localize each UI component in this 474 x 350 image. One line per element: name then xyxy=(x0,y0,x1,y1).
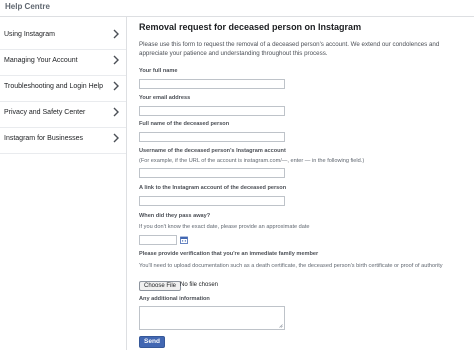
email-label: Your email address xyxy=(139,95,191,101)
form-intro: Please use this form to request the remo… xyxy=(139,41,440,57)
file-status: No file chosen xyxy=(180,282,219,288)
username-field[interactable] xyxy=(139,168,285,178)
sidebar: Using Instagram Managing Your Account Tr… xyxy=(0,17,127,350)
calendar-icon[interactable] xyxy=(180,236,188,244)
chevron-right-icon xyxy=(113,107,119,117)
sidebar-item-businesses[interactable]: Instagram for Businesses xyxy=(0,127,126,154)
sidebar-item-privacy-safety[interactable]: Privacy and Safety Center xyxy=(0,101,126,128)
additional-info-field[interactable] xyxy=(139,306,285,330)
passed-away-help: If you don't know the exact date, please… xyxy=(139,224,310,230)
verification-help: You'll need to upload documentation such… xyxy=(139,263,443,269)
additional-info-label: Any additional information xyxy=(139,296,210,302)
sidebar-item-managing-account[interactable]: Managing Your Account xyxy=(0,49,126,76)
link-label: A link to the Instagram account of the d… xyxy=(139,185,287,191)
deceased-name-label: Full name of the deceased person xyxy=(139,121,230,127)
link-field[interactable] xyxy=(139,196,285,206)
top-bar: Help Centre xyxy=(0,0,474,17)
sidebar-item-label: Using Instagram xyxy=(4,31,55,38)
resize-handle-icon[interactable] xyxy=(279,324,283,328)
choose-file-button[interactable]: Choose File xyxy=(139,281,182,291)
email-field[interactable] xyxy=(139,106,285,116)
chevron-right-icon xyxy=(113,133,119,143)
date-field[interactable] xyxy=(139,235,177,245)
username-help: (For example, if the URL of the account … xyxy=(139,158,365,164)
sidebar-item-using-instagram[interactable]: Using Instagram xyxy=(0,23,126,50)
sidebar-item-label: Troubleshooting and Login Help xyxy=(4,83,103,90)
deceased-name-field[interactable] xyxy=(139,132,285,142)
full-name-label: Your full name xyxy=(139,68,178,74)
send-button[interactable]: Send xyxy=(139,336,165,348)
sidebar-item-label: Privacy and Safety Center xyxy=(4,109,86,116)
sidebar-item-label: Instagram for Businesses xyxy=(4,135,83,142)
username-label: Username of the deceased person's Instag… xyxy=(139,148,286,154)
full-name-field[interactable] xyxy=(139,79,285,89)
sidebar-item-label: Managing Your Account xyxy=(4,57,78,64)
chevron-right-icon xyxy=(113,81,119,91)
passed-away-label: When did they pass away? xyxy=(139,213,211,219)
verification-label: Please provide verification that you're … xyxy=(139,251,319,257)
chevron-right-icon xyxy=(113,55,119,65)
page-title: Removal request for deceased person on I… xyxy=(139,22,362,32)
sidebar-item-troubleshooting[interactable]: Troubleshooting and Login Help xyxy=(0,75,126,102)
chevron-right-icon xyxy=(113,29,119,39)
help-centre-title: Help Centre xyxy=(5,2,50,11)
